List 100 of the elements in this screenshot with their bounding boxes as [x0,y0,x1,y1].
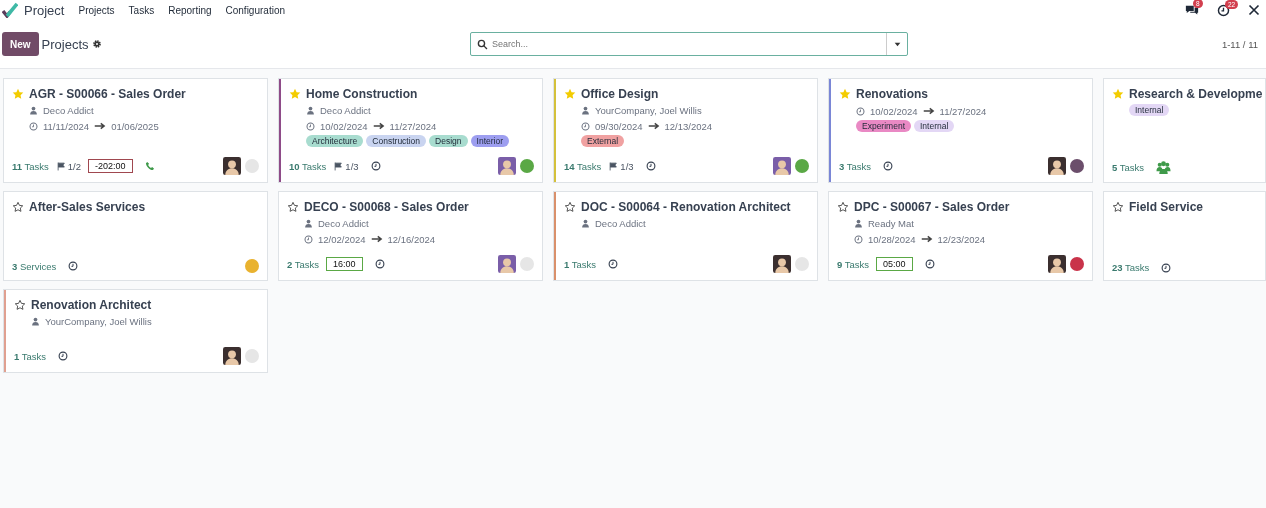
project-card[interactable]: Renovation Architect YourCompany, Joel Willis 1 Tasks [3,289,268,373]
clock-icon [854,234,863,244]
project-title: AGR - S00066 - Sales Order [29,87,186,101]
project-title: DOC - S00064 - Renovation Architect [581,200,791,214]
menu-item[interactable]: Reporting [168,4,212,16]
project-title: After-Sales Services [29,200,146,214]
project-card[interactable]: After-Sales Services 3 Services [3,191,268,281]
time-remaining: 16:00 [326,257,363,271]
clock-icon[interactable] [58,351,69,361]
user-icon [854,219,863,228]
project-title: DPC - S00067 - Sales Order [854,200,1010,214]
avatar-icon[interactable] [1048,255,1066,273]
task-count-link[interactable]: 5 Tasks [1112,162,1145,173]
user-icon [581,219,590,228]
project-title: Renovation Architect [31,298,152,312]
app-name[interactable]: Project [24,2,65,18]
status-dot[interactable] [245,259,259,273]
project-card[interactable]: DECO - S00068 - Sales Order Deco Addict 12/02/2024 12/16/2024 2 Tasks 16:00 [278,191,543,281]
project-card[interactable]: DPC - S00067 - Sales Order Ready Mat 10/28/2024 12/23/2024 9 Tasks 05:00 [828,191,1093,281]
clock-icon [1217,3,1230,17]
search-input[interactable]: Search... [488,39,886,49]
task-count-link[interactable]: 9 Tasks [837,258,870,270]
status-dot[interactable] [520,257,534,271]
project-title: Field Service [1129,200,1204,214]
clock-icon[interactable] [370,161,381,171]
search-field[interactable]: Search... [470,32,908,56]
settings-icon[interactable] [91,39,102,49]
project-title: Home Construction [306,87,418,101]
task-count-link[interactable]: 1 Tasks [564,258,597,270]
clock-icon[interactable] [68,261,79,271]
menu-item[interactable]: Configuration [225,4,285,16]
tag: Experiment [856,120,911,132]
new-button[interactable]: New [2,32,39,56]
tag: Interior [470,135,509,147]
status-dot[interactable] [1070,159,1084,173]
clock-icon [856,106,865,116]
status-dot[interactable] [245,349,259,363]
project-card[interactable]: Renovations 10/02/2024 11/27/2024 Experiment Internal 3 Tasks [828,78,1093,183]
user-icon [581,106,590,115]
clock-icon[interactable] [1161,262,1172,273]
star-filled-icon[interactable] [289,88,301,100]
project-card[interactable]: Home Construction Deco Addict 10/02/2024 11/27/2024 Architecture Construction Design Interior 10 Tasks 1/3 [278,78,543,183]
star-outline-icon[interactable] [564,201,576,213]
clock-icon[interactable] [645,161,656,171]
phone-icon[interactable] [144,161,155,171]
star-outline-icon[interactable] [1112,201,1124,213]
customer-name: Deco Addict [43,105,94,116]
status-dot[interactable] [1070,257,1084,271]
group-icon[interactable] [1156,160,1172,175]
clock-icon[interactable] [883,161,894,171]
star-filled-icon[interactable] [12,88,24,100]
task-count-link[interactable]: 3 Tasks [839,160,872,172]
task-count-link[interactable]: 23 Tasks [1112,262,1150,273]
task-count-link[interactable]: 11 Tasks [12,160,49,172]
avatar-icon[interactable] [773,255,791,273]
start-date: 11/11/2024 [43,120,90,132]
star-outline-icon[interactable] [14,299,26,311]
arrow-icon [370,233,383,245]
avatar-icon[interactable] [223,347,241,365]
search-icon [477,38,488,50]
clock-icon [29,121,38,131]
status-dot[interactable] [795,257,809,271]
status-dot[interactable] [520,159,534,173]
start-date: 10/28/2024 [868,233,916,245]
star-filled-icon[interactable] [564,88,576,100]
menu-item[interactable]: Tasks [128,4,155,16]
task-count-link[interactable]: 10 Tasks [289,160,327,172]
menu-item[interactable]: Projects [78,4,115,16]
avatar-icon[interactable] [1048,157,1066,175]
clock-icon[interactable] [608,259,619,269]
project-card[interactable]: Office Design YourCompany, Joel Willis 09/30/2024 12/13/2024 External 14 Tasks 1/3 [553,78,818,183]
project-card[interactable]: DOC - S00064 - Renovation Architect Deco Addict 1 Tasks [553,191,818,281]
task-count-link[interactable]: 1 Tasks [14,350,47,362]
arrow-icon [922,105,935,117]
tag: Architecture [306,135,364,147]
star-filled-icon[interactable] [839,88,851,100]
check-logo-icon [2,2,18,18]
customer-name: Ready Mat [868,218,914,229]
task-count-link[interactable]: 14 Tasks [564,160,602,172]
status-dot[interactable] [245,159,259,173]
milestone-count: 1/3 [620,160,634,172]
arrow-icon [372,120,385,132]
task-count-link[interactable]: 3 Services [12,260,57,272]
end-date: 12/23/2024 [937,233,986,245]
project-card[interactable]: Field Service 23 Tasks [1103,191,1266,281]
flag-icon [56,161,66,171]
chat-icon [1185,3,1199,17]
star-outline-icon[interactable] [12,201,24,213]
project-card[interactable]: AGR - S00066 - Sales Order Deco Addict 11/11/2024 01/06/2025 11 Tasks 1/2 -202:00 [3,78,268,183]
project-card[interactable]: Research & Developme Internal 5 Tasks [1103,78,1266,183]
status-dot[interactable] [795,159,809,173]
project-title: Research & Developme [1129,87,1263,101]
task-count-link[interactable]: 2 Tasks [287,258,320,270]
star-outline-icon[interactable] [287,201,299,213]
clock-icon[interactable] [924,259,935,269]
clock-icon[interactable] [374,259,385,269]
star-outline-icon[interactable] [837,201,849,213]
avatar-icon[interactable] [223,157,241,175]
star-filled-icon[interactable] [1112,88,1124,100]
customer-name: YourCompany, Joel Willis [45,316,152,327]
